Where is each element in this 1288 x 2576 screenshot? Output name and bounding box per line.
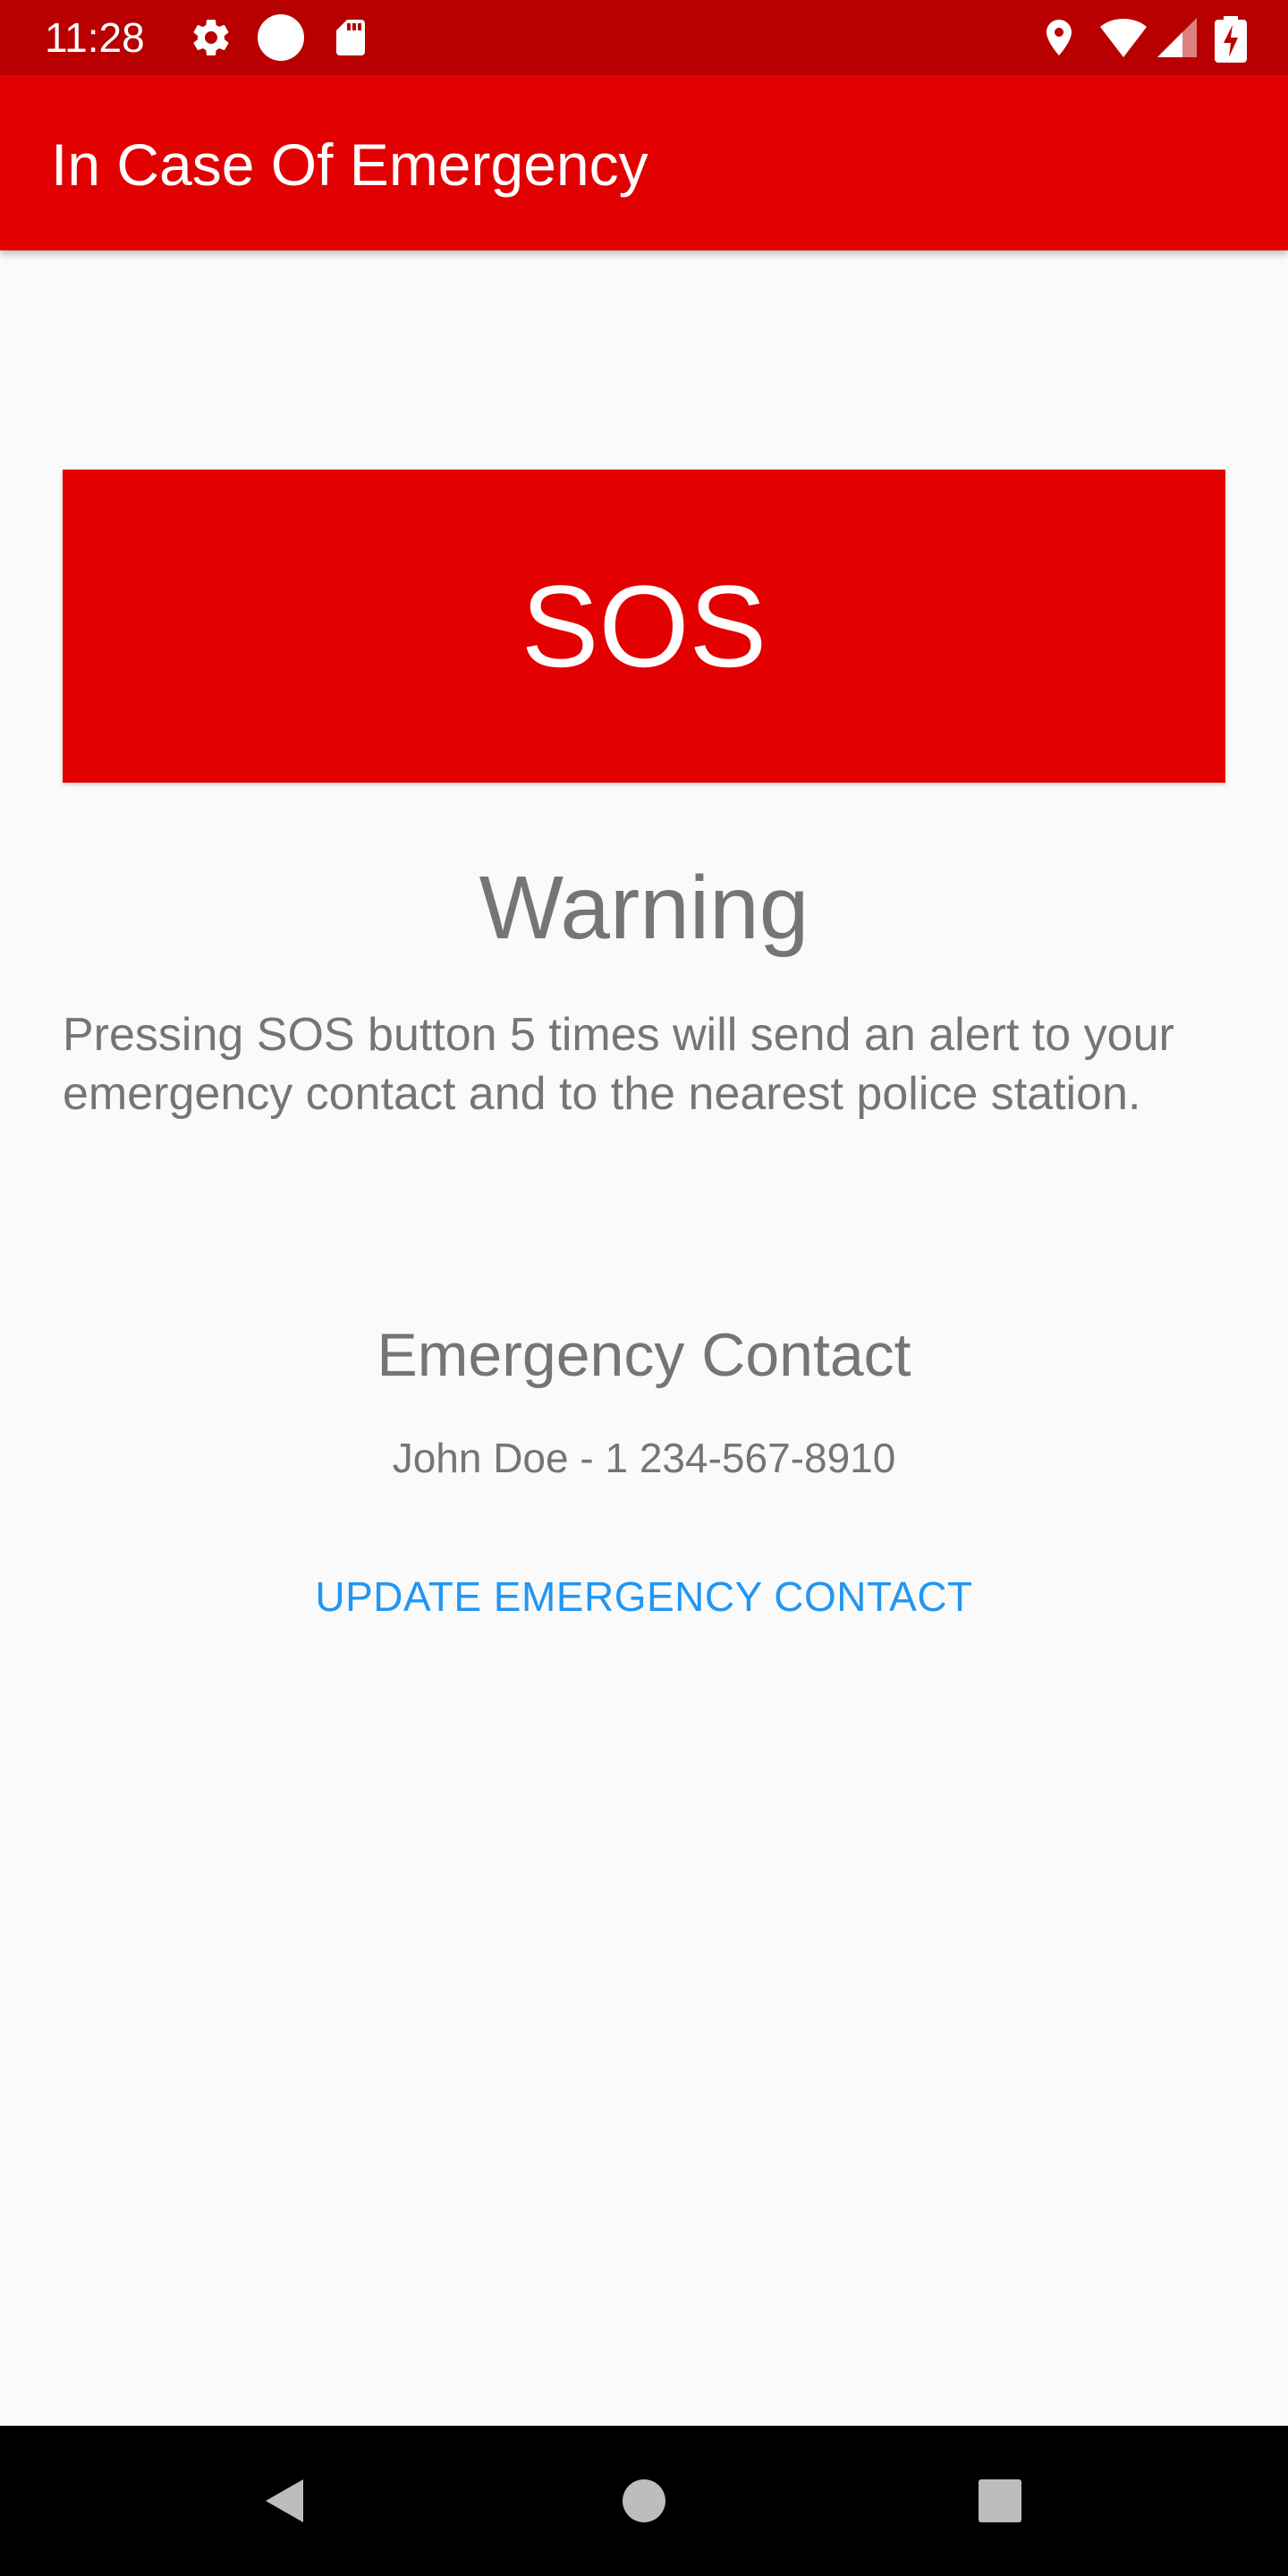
warning-title: Warning <box>479 858 809 958</box>
navigation-bar <box>0 2426 1288 2576</box>
location-icon <box>1038 16 1080 59</box>
signal-icon <box>1156 16 1199 59</box>
emergency-contact-heading: Emergency Contact <box>377 1321 911 1389</box>
status-time: 11:28 <box>45 14 145 61</box>
battery-icon <box>1213 16 1249 63</box>
screen: 11:28 In Case Of Emergency SOS Warning P… <box>0 0 1288 2576</box>
home-icon[interactable] <box>596 2453 692 2549</box>
sos-button[interactable]: SOS <box>63 470 1225 783</box>
recents-icon[interactable] <box>952 2453 1048 2549</box>
sos-button-label: SOS <box>521 561 767 691</box>
warning-text: Pressing SOS button 5 times will send an… <box>63 1009 1174 1120</box>
wifi-icon <box>1098 16 1148 59</box>
emergency-contact-value: John Doe - 1 234-567-8910 <box>392 1435 896 1481</box>
status-bar: 11:28 <box>0 0 1288 75</box>
update-emergency-contact-button[interactable]: UPDATE EMERGENCY CONTACT <box>286 1556 1002 1637</box>
app-bar: In Case Of Emergency <box>0 75 1288 250</box>
back-icon[interactable] <box>235 2453 332 2549</box>
sd-card-icon <box>329 16 372 59</box>
app-title: In Case Of Emergency <box>51 131 648 198</box>
gear-icon <box>190 16 233 59</box>
circle-icon <box>256 13 306 63</box>
